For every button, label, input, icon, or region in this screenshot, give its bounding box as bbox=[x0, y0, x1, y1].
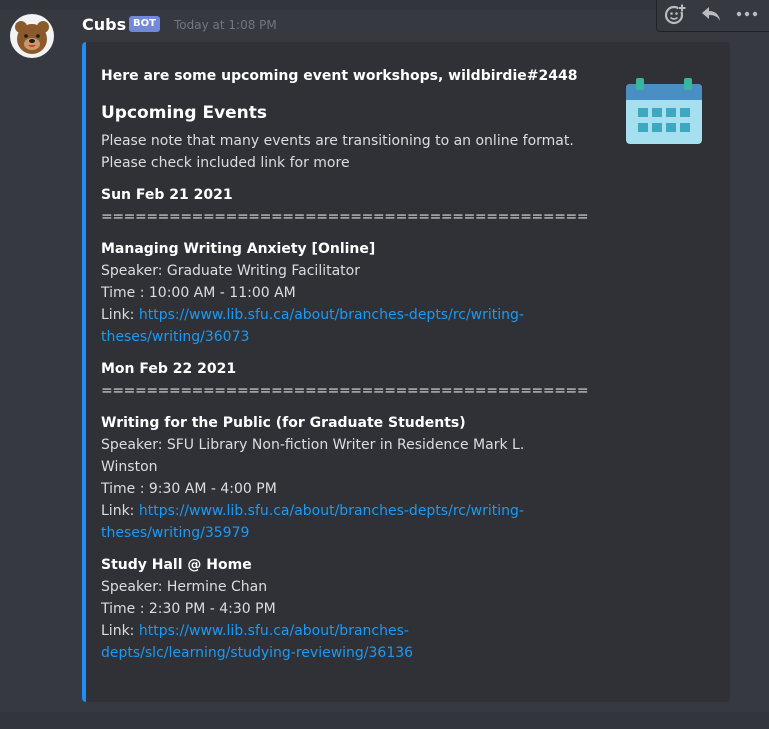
event-speaker: Speaker: Graduate Writing Facilitator bbox=[101, 263, 360, 279]
event-link[interactable]: https://www.lib.sfu.ca/about/branches-de… bbox=[139, 503, 524, 519]
event-item: Writing for the Public (for Graduate Stu… bbox=[101, 412, 601, 544]
day-divider: ========================================… bbox=[101, 383, 589, 399]
day-date: Sun Feb 21 2021 bbox=[101, 187, 233, 203]
event-item: Study Hall @ Home Speaker: Hermine Chan … bbox=[101, 554, 601, 664]
embed-title: Upcoming Events bbox=[101, 103, 268, 123]
embed-description: Please note that many events are transit… bbox=[101, 130, 601, 174]
bot-badge: BOT bbox=[129, 16, 160, 32]
reply-icon[interactable] bbox=[693, 0, 729, 29]
day-divider: ========================================… bbox=[101, 209, 589, 225]
link-label: Link: bbox=[101, 623, 139, 639]
event-speaker: Speaker: SFU Library Non-fiction Writer … bbox=[101, 437, 525, 453]
event-item: Managing Writing Anxiety [Online] Speake… bbox=[101, 238, 601, 348]
message-toolbar bbox=[656, 0, 769, 32]
event-link[interactable]: depts/slc/learning/studying-reviewing/36… bbox=[101, 642, 601, 664]
embed-content: Here are some upcoming event workshops, … bbox=[101, 66, 601, 664]
event-time: Time : 10:00 AM - 11:00 AM bbox=[101, 285, 296, 301]
day-section: Sun Feb 21 2021 ========================… bbox=[101, 184, 601, 228]
event-speaker: Speaker: Hermine Chan bbox=[101, 579, 268, 595]
link-label: Link: bbox=[101, 307, 139, 323]
event-name: Managing Writing Anxiety [Online] bbox=[101, 241, 376, 257]
avatar[interactable] bbox=[10, 14, 54, 58]
event-link-row: Link: https://www.lib.sfu.ca/about/branc… bbox=[101, 500, 601, 522]
day-date: Mon Feb 22 2021 bbox=[101, 361, 237, 377]
event-speaker: Winston bbox=[101, 459, 158, 475]
more-icon[interactable] bbox=[729, 0, 765, 29]
author-name[interactable]: Cubs bbox=[82, 15, 126, 34]
top-divider bbox=[0, 0, 769, 10]
event-link[interactable]: theses/writing/36073 bbox=[101, 326, 601, 348]
bottom-divider bbox=[0, 712, 769, 729]
description-line: Please note that many events are transit… bbox=[101, 133, 574, 149]
event-link[interactable]: theses/writing/35979 bbox=[101, 522, 601, 544]
embed-card: Here are some upcoming event workshops, … bbox=[82, 42, 730, 702]
event-name: Study Hall @ Home bbox=[101, 557, 252, 573]
embed-author: Here are some upcoming event workshops, … bbox=[101, 68, 578, 84]
message-timestamp: Today at 1:08 PM bbox=[174, 18, 277, 32]
calendar-icon[interactable] bbox=[624, 78, 704, 146]
event-link[interactable]: https://www.lib.sfu.ca/about/branches-de… bbox=[139, 307, 524, 323]
event-time: Time : 9:30 AM - 4:00 PM bbox=[101, 481, 277, 497]
link-label: Link: bbox=[101, 503, 139, 519]
add-reaction-icon[interactable] bbox=[657, 0, 693, 29]
event-name: Writing for the Public (for Graduate Stu… bbox=[101, 415, 466, 431]
description-line: Please check included link for more bbox=[101, 155, 350, 171]
event-link-row: Link: https://www.lib.sfu.ca/about/branc… bbox=[101, 620, 601, 642]
event-time: Time : 2:30 PM - 4:30 PM bbox=[101, 601, 276, 617]
event-link[interactable]: https://www.lib.sfu.ca/about/branches- bbox=[139, 623, 409, 639]
day-section: Mon Feb 22 2021 ========================… bbox=[101, 358, 601, 402]
event-link-row: Link: https://www.lib.sfu.ca/about/branc… bbox=[101, 304, 601, 326]
